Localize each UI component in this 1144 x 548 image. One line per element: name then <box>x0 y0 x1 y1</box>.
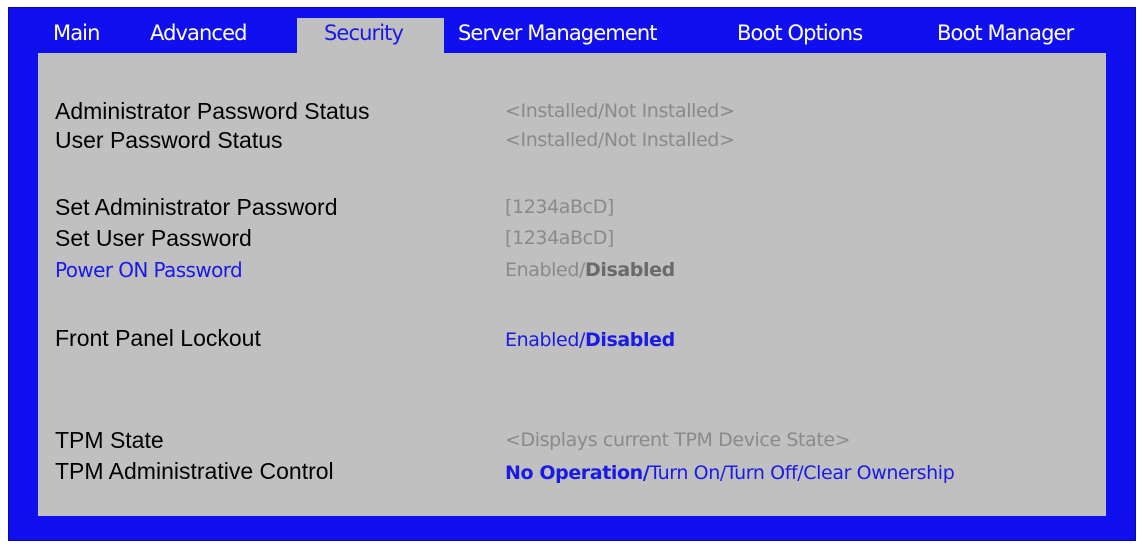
power-on-password-option-enabled: Enabled/ <box>505 259 585 281</box>
tab-main-label: Main <box>53 21 100 45</box>
tab-main[interactable]: Main <box>53 18 123 54</box>
front-panel-lockout-option-enabled: Enabled/ <box>505 329 585 351</box>
tab-bar: Main Advanced Security Server Management… <box>9 8 1135 54</box>
admin-password-status-value: <Installed/Not Installed> <box>505 100 735 122</box>
tpm-state-value: <Displays current TPM Device State> <box>505 429 851 451</box>
tab-boot-options[interactable]: Boot Options <box>737 18 897 54</box>
tab-advanced-label: Advanced <box>150 21 247 45</box>
tab-boot-options-label: Boot Options <box>737 21 863 45</box>
power-on-password-option[interactable]: Enabled/Disabled <box>505 257 675 283</box>
set-user-password-field[interactable]: [1234aBcD] <box>505 225 614 251</box>
tab-security-label: Security <box>324 21 404 45</box>
user-password-status-label: User Password Status <box>55 127 283 153</box>
front-panel-lockout-label: Front Panel Lockout <box>55 325 261 351</box>
set-admin-password-label: Set Administrator Password <box>55 194 338 220</box>
tab-server-management[interactable]: Server Management <box>458 18 718 54</box>
front-panel-lockout-option[interactable]: Enabled/Disabled <box>505 327 675 353</box>
tpm-state-label: TPM State <box>55 427 164 453</box>
tab-boot-manager[interactable]: Boot Manager <box>937 18 1107 54</box>
set-user-password-label: Set User Password <box>55 225 252 251</box>
admin-password-status-label: Administrator Password Status <box>55 98 370 124</box>
front-panel-lockout-option-disabled: Disabled <box>584 329 675 351</box>
power-on-password-label[interactable]: Power ON Password <box>55 257 243 283</box>
tpm-admin-control-option[interactable]: No Operation/Turn On/Turn Off/Clear Owne… <box>505 460 955 486</box>
tpm-admin-control-label: TPM Administrative Control <box>55 458 334 484</box>
tpm-admin-control-option-rest: Turn On/Turn Off/Clear Ownership <box>649 462 955 484</box>
set-admin-password-field[interactable]: [1234aBcD] <box>505 194 614 220</box>
tab-boot-manager-label: Boot Manager <box>937 21 1074 45</box>
security-settings-panel: Administrator Password Status <Installed… <box>38 53 1106 516</box>
tab-server-management-label: Server Management <box>458 21 657 45</box>
tab-advanced[interactable]: Advanced <box>150 18 280 54</box>
tpm-admin-control-option-no-operation: No Operation/ <box>505 462 650 484</box>
bios-setup-screen: Main Advanced Security Server Management… <box>8 7 1136 541</box>
user-password-status-value: <Installed/Not Installed> <box>505 129 735 151</box>
power-on-password-option-disabled: Disabled <box>584 259 675 281</box>
tab-security[interactable]: Security <box>297 18 444 54</box>
